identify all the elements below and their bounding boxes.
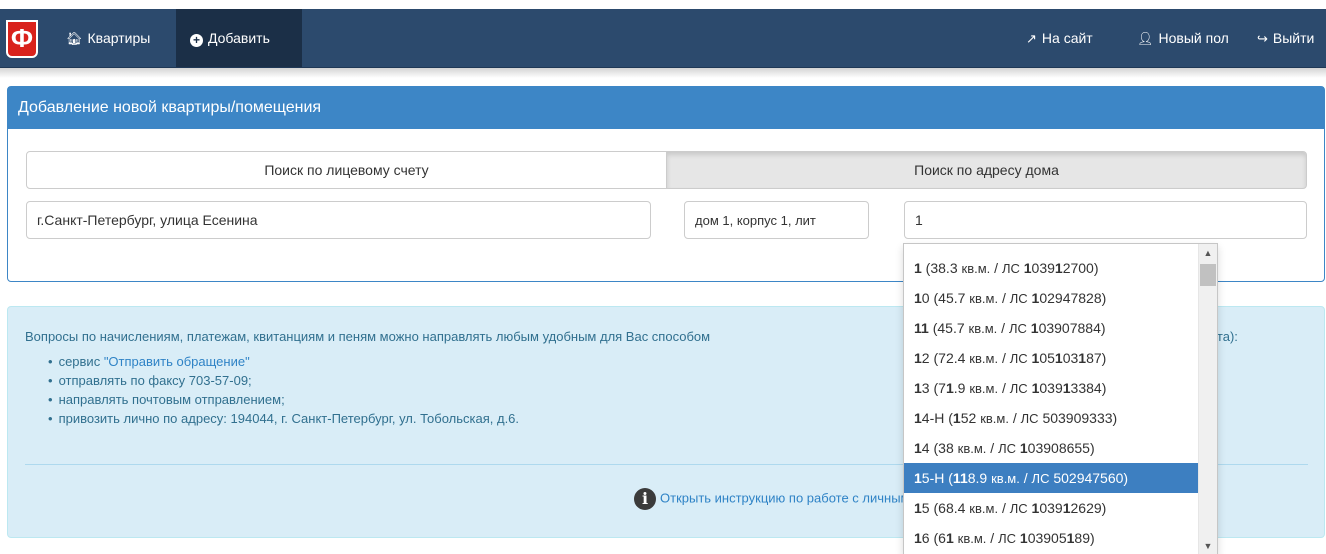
option-area-unit: кв.м. (957, 531, 987, 546)
dropdown-option[interactable]: 15-Н (118.9 кв.м. / ЛС 502947560) (904, 463, 1198, 493)
option-account: 105103187 (1031, 350, 1102, 366)
scroll-down-icon[interactable]: ▼ (1199, 537, 1217, 554)
option-area: 152 (952, 410, 977, 426)
option-account-prefix: ЛС (1008, 321, 1027, 336)
option-account-prefix: ЛС (1009, 501, 1028, 516)
scroll-up-icon[interactable]: ▲ (1199, 244, 1217, 262)
option-area-unit: кв.м. (969, 351, 999, 366)
nav-item-to-site[interactable]: ↗ На сайт (1012, 9, 1107, 67)
send-appeal-link[interactable]: "Отправить обращение" (104, 354, 250, 369)
nav-to-site-label: На сайт (1041, 30, 1093, 46)
option-area-unit: кв.м. (969, 381, 999, 396)
apartment-autocomplete-dropdown[interactable]: 16 (61 кв.м. / ЛС 103905189) 15 (68.4 кв.… (903, 243, 1218, 554)
navbar-shadow (0, 68, 1326, 78)
tab-search-by-address[interactable]: Поиск по адресу дома (666, 151, 1307, 189)
list-item: направлять почтовым отправлением; (48, 390, 519, 409)
option-account-prefix: ЛС (1020, 411, 1039, 426)
nav-item-user[interactable]: 👤︎ Новый пол (1123, 9, 1243, 67)
option-number: 16 (914, 530, 930, 546)
nav-user-label: Новый пол (1158, 30, 1229, 46)
option-number: 12 (914, 350, 930, 366)
plus-circle-icon: + (190, 34, 203, 47)
external-link-icon: ↗ (1026, 31, 1037, 46)
option-account-prefix: ЛС (1031, 471, 1050, 486)
user-icon: 👤︎ (1137, 31, 1154, 46)
nav-item-apartments[interactable]: 🏠︎ Квартиры (52, 9, 164, 67)
dropdown-option[interactable]: 15 (68.4 кв.м. / ЛС 103912629) (904, 493, 1198, 523)
nav-item-add[interactable]: + Добавить (176, 9, 302, 67)
option-area: 38 (938, 440, 954, 456)
option-account: 103913384 (1031, 380, 1102, 396)
option-area-unit: кв.м. (991, 471, 1020, 486)
option-account-prefix: ЛС (1009, 381, 1028, 396)
option-area-unit: кв.м. (968, 321, 998, 336)
dropdown-option[interactable]: 13 (71.9 кв.м. / ЛС 103913384) (904, 373, 1198, 403)
option-area: 45.7 (937, 320, 965, 336)
option-account-prefix: ЛС (998, 531, 1016, 546)
option-area: 71.9 (938, 380, 966, 396)
option-area: 45.7 (938, 290, 966, 306)
nav-logout-label: Выйти (1272, 30, 1315, 46)
dropdown-option[interactable]: 12 (72.4 кв.м. / ЛС 105103187) (904, 343, 1198, 373)
option-area-unit: кв.м. (969, 501, 999, 516)
panel-title: Добавление новой квартиры/помещения (8, 87, 1324, 129)
option-account: 103905189 (1019, 530, 1090, 546)
option-account: 503909333 (1042, 410, 1113, 426)
option-area: 72.4 (938, 350, 966, 366)
list-item: привозить лично по адресу: 194044, г. Са… (48, 409, 519, 428)
home-icon: 🏠︎ (66, 31, 83, 46)
option-account-prefix: ЛС (1001, 261, 1020, 276)
house-input[interactable] (684, 201, 869, 239)
scrollbar-thumb[interactable] (1200, 264, 1216, 286)
option-account: 502947560 (1053, 470, 1124, 486)
logout-icon: ↪ (1257, 31, 1268, 46)
option-area-unit: кв.м. (957, 441, 987, 456)
option-account-prefix: ЛС (998, 441, 1016, 456)
option-account: 103912700 (1023, 260, 1094, 276)
option-number: 14-Н (914, 410, 945, 426)
option-account: 103907884 (1030, 320, 1101, 336)
option-number: 10 (914, 290, 930, 306)
top-navbar: Ф 🏠︎ Квартиры + Добавить ↗ На сайт 👤︎ Новый … (0, 9, 1326, 68)
option-account: 103908655 (1019, 440, 1090, 456)
dropdown-option[interactable]: 16 (61 кв.м. / ЛС 103905189) (904, 523, 1198, 553)
dropdown-scrollbar[interactable]: ▲ ▼ (1198, 244, 1217, 554)
nav-add-label: Добавить (208, 30, 270, 46)
option-account-prefix: ЛС (1009, 351, 1028, 366)
option-account-prefix: ЛС (1009, 291, 1028, 306)
option-number: 15 (914, 500, 930, 516)
nav-apartments-label: Квартиры (87, 30, 151, 46)
option-area: 68.4 (938, 500, 966, 516)
info-icon: i (634, 487, 656, 510)
option-area-unit: кв.м. (980, 411, 1009, 426)
list-item: отправлять по факсу 703-57-09; (48, 371, 519, 390)
option-account: 102947828 (1031, 290, 1102, 306)
list-item-prefix: сервис (58, 354, 104, 369)
option-number: 15-Н (914, 470, 945, 486)
option-number: 11 (914, 320, 929, 336)
list-item: сервис "Отправить обращение" (48, 352, 519, 371)
option-area: 118.9 (952, 470, 988, 486)
contact-methods-list: сервис "Отправить обращение" отправлять … (48, 352, 519, 428)
option-area-unit: кв.м. (961, 261, 991, 276)
dropdown-option[interactable]: 11 (45.7 кв.м. / ЛС 103907884) (904, 313, 1198, 343)
option-number: 14 (914, 440, 930, 456)
dropdown-option[interactable]: 14-Н (152 кв.м. / ЛС 503909333) (904, 403, 1198, 433)
option-account: 103912629 (1031, 500, 1102, 516)
option-area: 61 (938, 530, 954, 546)
info-lead-text: Вопросы по начислениям, платежам, квитан… (25, 329, 711, 344)
option-number: 1 (914, 260, 922, 276)
dropdown-option[interactable]: 14 (38 кв.м. / ЛС 103908655) (904, 433, 1198, 463)
brand-logo[interactable]: Ф (6, 20, 38, 58)
street-input[interactable] (26, 201, 651, 239)
dropdown-option[interactable]: 10 (45.7 кв.м. / ЛС 102947828) (904, 283, 1198, 313)
apartment-input[interactable] (904, 201, 1307, 239)
nav-item-logout[interactable]: ↪ Выйти (1243, 9, 1314, 67)
option-area: 38.3 (930, 260, 958, 276)
dropdown-option[interactable]: 1 (38.3 кв.м. / ЛС 103912700) (904, 253, 1198, 283)
tab-search-by-account[interactable]: Поиск по лицевому счету (26, 151, 667, 189)
option-number: 13 (914, 380, 930, 396)
option-area-unit: кв.м. (969, 291, 999, 306)
